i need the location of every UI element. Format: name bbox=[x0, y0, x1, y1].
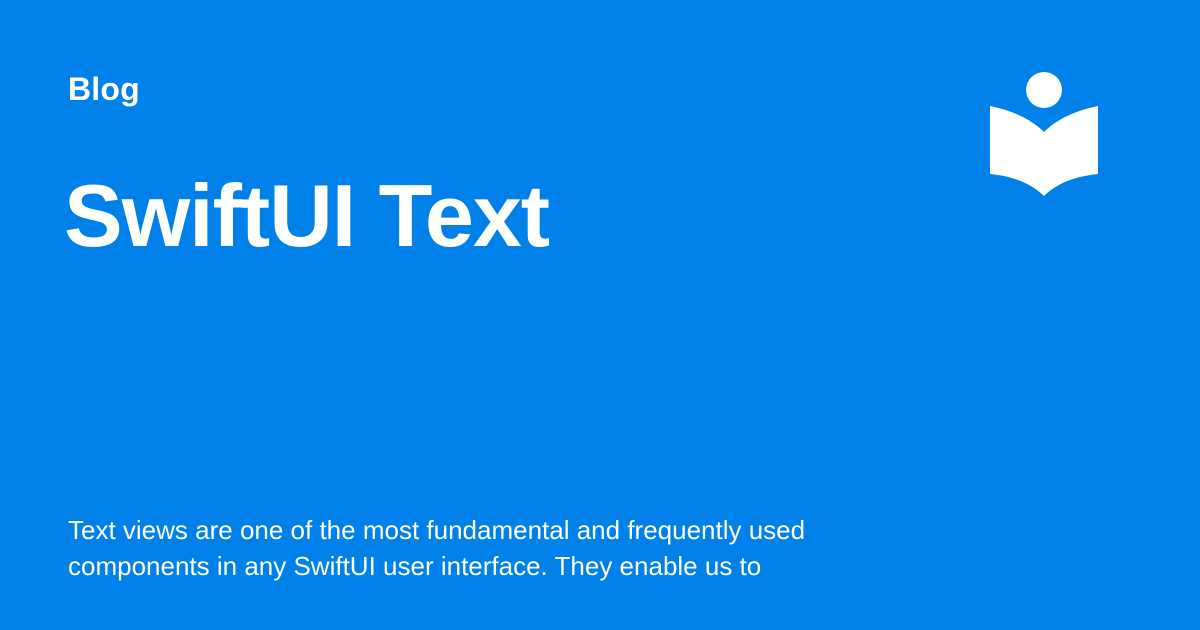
open-book-shape bbox=[990, 106, 1098, 196]
reading-person-book-icon bbox=[990, 72, 1098, 196]
category-label: Blog bbox=[68, 71, 140, 107]
post-title: SwiftUI Text bbox=[64, 166, 550, 265]
reader-head-shape bbox=[1026, 72, 1062, 108]
social-share-card: Blog SwiftUI Text Text views are one of … bbox=[0, 0, 1200, 630]
post-excerpt: Text views are one of the most fundament… bbox=[68, 515, 806, 581]
